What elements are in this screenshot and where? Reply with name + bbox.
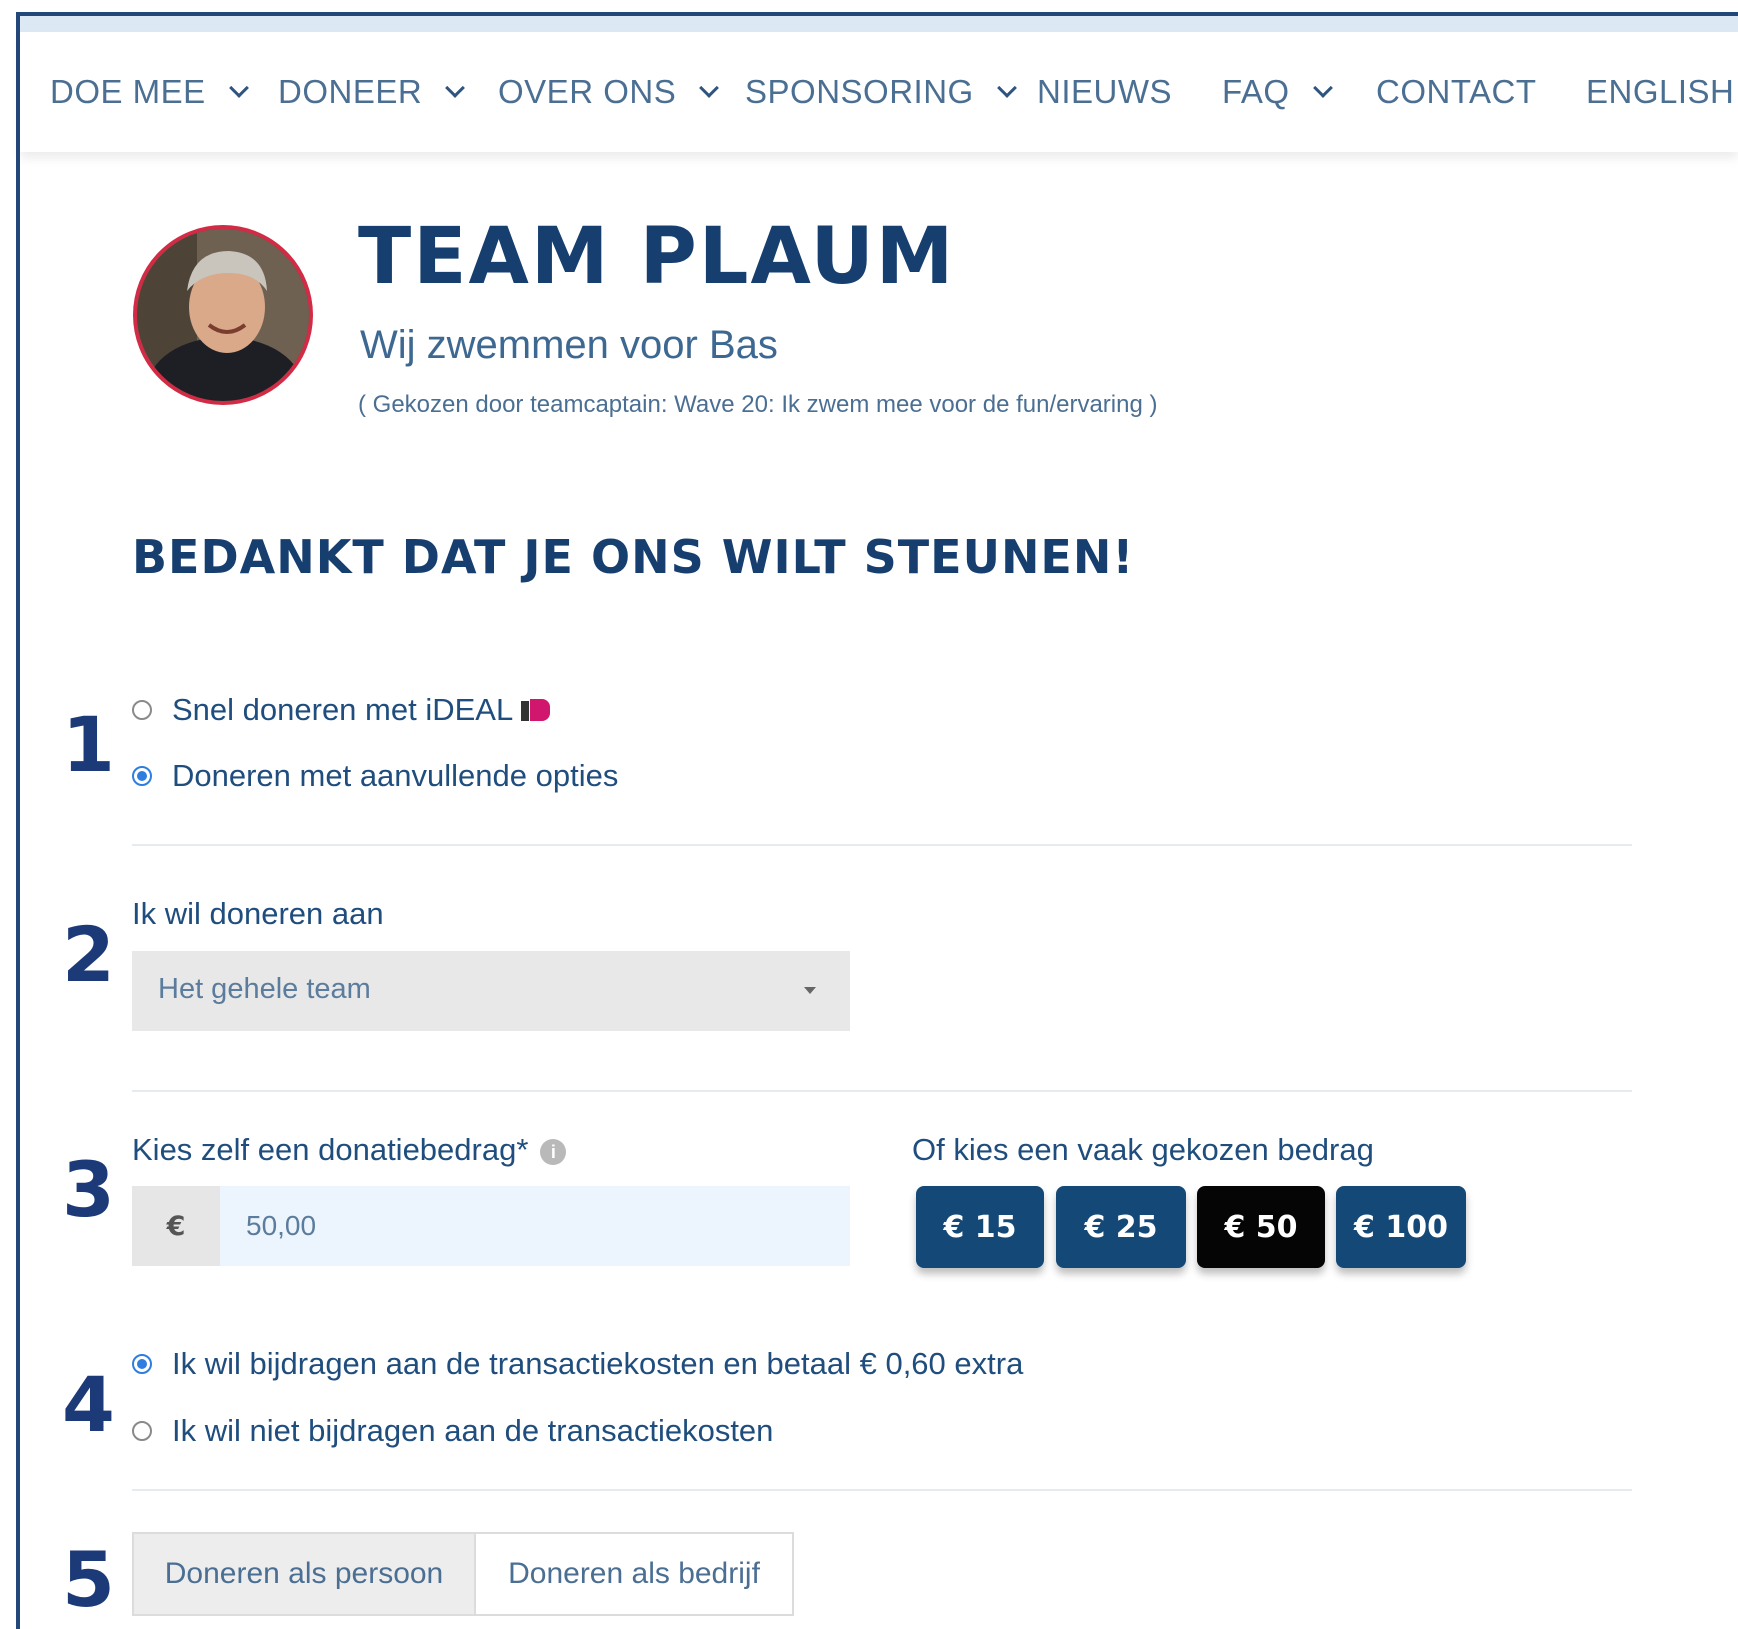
nav-item-english[interactable]: ENGLISH [1586,72,1734,112]
chevron-down-icon [996,78,1017,98]
radio-additional[interactable] [132,766,152,786]
step-number-2: 2 [62,910,115,999]
team-title: TEAM PLAUM [358,212,956,302]
recipient-select[interactable]: Het gehele team [132,951,850,1031]
amount-25-button[interactable]: € 25 [1056,1186,1186,1268]
nav-item-faq[interactable]: FAQ [1222,72,1333,112]
chevron-down-icon [445,78,466,98]
nav-item-label: FAQ [1222,73,1290,110]
recipient-selected-value: Het gehele team [158,973,371,1005]
option-ideal-label: Snel doneren met iDEAL [172,692,514,727]
amount-input[interactable] [220,1186,850,1266]
team-note: ( Gekozen door teamcaptain: Wave 20: Ik … [358,391,1158,418]
currency-prefix: € [132,1186,220,1266]
amount-50-button[interactable]: € 50 [1197,1186,1325,1268]
nav-item-label: SPONSORING [745,73,974,110]
caret-down-icon [804,987,816,994]
divider [132,1090,1632,1092]
divider [132,844,1632,846]
chevron-down-icon [699,78,720,98]
frame-left-border [16,12,20,1629]
radio-ideal[interactable] [132,700,152,720]
nav-item-contact[interactable]: CONTACT [1376,72,1537,112]
info-icon[interactable]: i [540,1138,567,1165]
option-pay-fees-label: Ik wil bijdragen aan de transactiekosten… [172,1346,1024,1381]
tab-donate-as-company[interactable]: Doneren als bedrijf [476,1532,794,1616]
option-additional-label: Doneren met aanvullende opties [172,758,619,793]
nav-item-label: ENGLISH [1586,73,1735,110]
nav-item-sponsoring[interactable]: SPONSORING [745,72,1017,112]
nav-item-doe-mee[interactable]: DOE MEE [50,72,249,112]
amount-field: € [132,1186,850,1266]
chevron-down-icon [228,78,249,98]
nav-item-label: DONEER [278,73,423,110]
nav-item-over-ons[interactable]: OVER ONS [498,72,720,112]
option-no-fees[interactable]: Ik wil niet bijdragen aan de transactiek… [132,1409,773,1453]
recipient-label: Ik wil doneren aan [132,896,384,931]
avatar-photo [137,229,309,401]
page-heading: BEDANKT DAT JE ONS WILT STEUNEN! [132,530,1135,584]
nav-item-nieuws[interactable]: NIEUWS [1037,72,1172,112]
ideal-icon [521,697,551,723]
step-number-4: 4 [62,1360,115,1449]
amount-label-row: Kies zelf een donatiebedrag* i [132,1132,567,1168]
divider [132,1489,1632,1491]
nav-item-label: DOE MEE [50,73,206,110]
step-number-3: 3 [62,1145,115,1234]
team-subtitle: Wij zwemmen voor Bas [360,323,778,367]
step-number-5: 5 [62,1535,115,1624]
team-avatar [133,225,313,405]
nav-item-doneer[interactable]: DONEER [278,72,466,112]
amount-15-button[interactable]: € 15 [916,1186,1044,1268]
option-pay-fees[interactable]: Ik wil bijdragen aan de transactiekosten… [132,1342,1023,1386]
main-nav: DOE MEE DONEER OVER ONS SPONSORING NIEUW… [20,32,1738,152]
radio-pay-fees[interactable] [132,1354,152,1374]
step-number-1: 1 [62,700,115,789]
nav-item-label: CONTACT [1376,73,1537,110]
top-strip [20,16,1738,32]
quick-amount-label: Of kies een vaak gekozen bedrag [912,1132,1374,1167]
option-no-fees-label: Ik wil niet bijdragen aan de transactiek… [172,1413,774,1448]
nav-item-label: NIEUWS [1037,73,1172,110]
tab-donate-as-person[interactable]: Doneren als persoon [132,1532,476,1616]
option-additional[interactable]: Doneren met aanvullende opties [132,754,618,798]
option-ideal[interactable]: Snel doneren met iDEAL [132,688,551,732]
amount-100-button[interactable]: € 100 [1336,1186,1466,1268]
nav-item-label: OVER ONS [498,73,677,110]
radio-no-fees[interactable] [132,1421,152,1441]
amount-label: Kies zelf een donatiebedrag* [132,1132,529,1167]
chevron-down-icon [1312,78,1333,98]
